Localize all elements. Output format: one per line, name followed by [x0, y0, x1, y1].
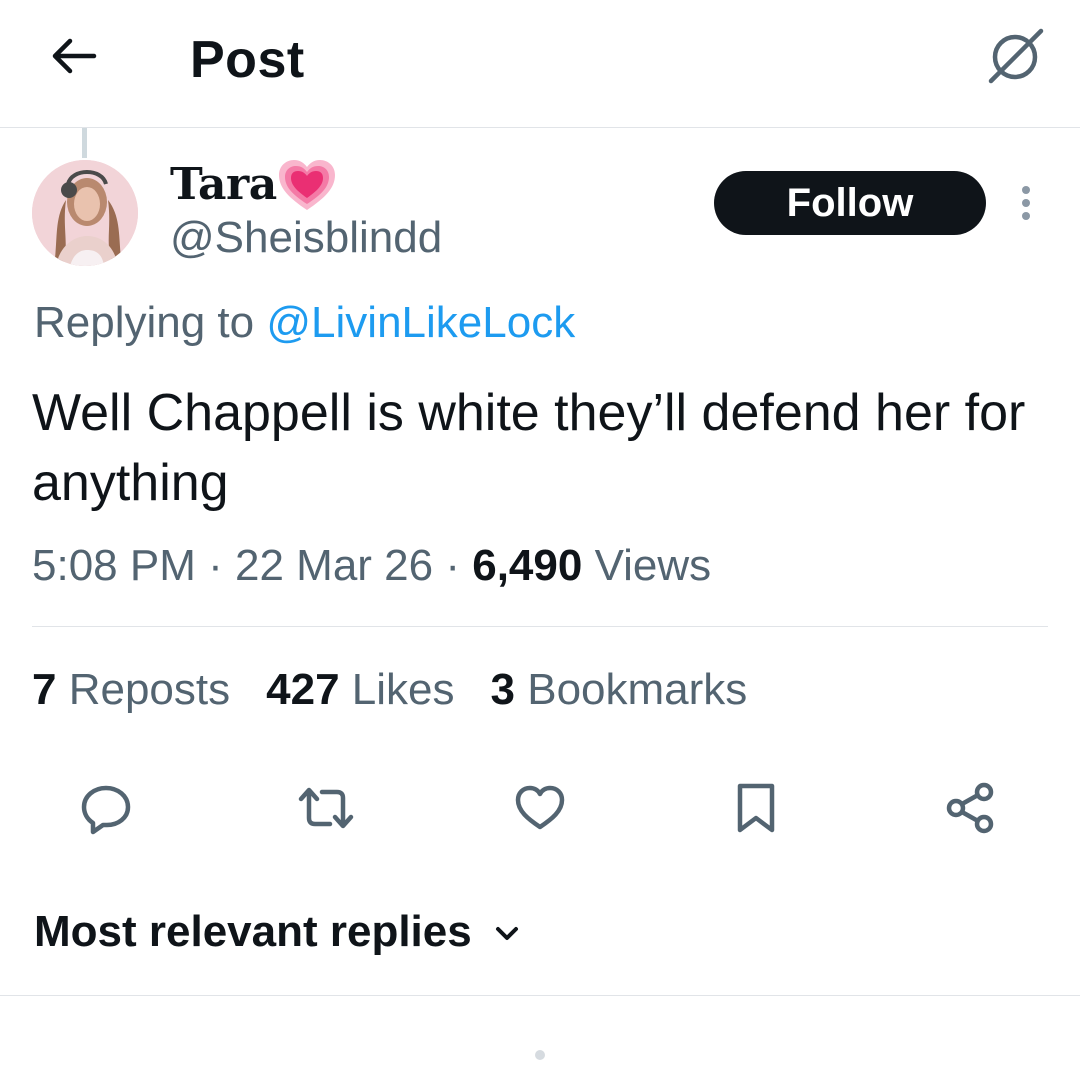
- bookmarks-stat[interactable]: 3 Bookmarks: [491, 662, 748, 718]
- top-bar: Post: [0, 0, 1080, 128]
- like-button[interactable]: [510, 778, 570, 838]
- thread-connector-line: [82, 128, 87, 158]
- more-dot-icon: [1022, 212, 1030, 220]
- likes-count: 427: [266, 665, 340, 714]
- views-label: Views: [594, 541, 712, 590]
- reposts-label: Reposts: [68, 665, 231, 714]
- meta-separator: ·: [208, 541, 223, 590]
- divider: [32, 626, 1048, 627]
- author-display-name[interactable]: Tara: [170, 158, 337, 210]
- bookmark-icon: [737, 783, 775, 833]
- more-dot-icon: [1022, 199, 1030, 207]
- replying-to: Replying to @LivinLikeLock: [34, 296, 575, 350]
- replies-sort-dropdown[interactable]: Most relevant replies: [34, 904, 520, 960]
- profile-photo: [32, 160, 138, 266]
- reposts-count: 7: [32, 665, 57, 714]
- share-icon: [946, 782, 994, 834]
- meta-separator: ·: [445, 541, 460, 590]
- views-count: 6,490: [472, 541, 583, 590]
- grok-button[interactable]: [982, 22, 1048, 88]
- page-title: Post: [190, 31, 305, 89]
- likes-label: Likes: [351, 665, 455, 714]
- loading-indicator: [535, 1050, 545, 1060]
- repost-icon: [298, 787, 354, 829]
- divider: [0, 995, 1080, 996]
- repost-button[interactable]: [296, 778, 356, 838]
- engagement-stats: 7 Reposts 427 Likes 3 Bookmarks: [32, 662, 783, 718]
- display-name-text: Tara: [170, 158, 277, 210]
- action-bar: [0, 778, 1080, 838]
- like-icon: [515, 785, 565, 830]
- follow-button[interactable]: Follow: [714, 171, 986, 235]
- avatar[interactable]: [32, 160, 138, 266]
- chevron-down-icon: [495, 927, 518, 940]
- reply-icon: [81, 785, 131, 835]
- tweet-time[interactable]: 5:08 PM: [32, 541, 196, 590]
- more-options-button[interactable]: [1006, 180, 1046, 226]
- share-button[interactable]: [940, 778, 1000, 838]
- reply-button[interactable]: [76, 778, 136, 838]
- bookmark-button[interactable]: [726, 778, 786, 838]
- author-handle[interactable]: @Sheisblindd: [170, 212, 442, 264]
- arrow-left-icon: [52, 38, 97, 74]
- replying-to-prefix: Replying to: [34, 298, 255, 347]
- likes-stat[interactable]: 427 Likes: [266, 662, 454, 718]
- bookmarks-count: 3: [490, 665, 515, 714]
- tweet-meta: 5:08 PM · 22 Mar 26 · 6,490 Views: [32, 538, 711, 594]
- grok-icon: [988, 28, 1044, 84]
- more-dot-icon: [1022, 186, 1030, 194]
- tweet-date[interactable]: 22 Mar 26: [235, 541, 433, 590]
- growing-heart-emoji-icon: [278, 160, 335, 210]
- reposts-stat[interactable]: 7 Reposts: [32, 662, 230, 718]
- tweet-text: Well Chappell is white they’ll defend he…: [32, 384, 1026, 512]
- replies-sort-label: Most relevant replies: [34, 907, 472, 956]
- back-button[interactable]: [46, 28, 102, 84]
- replying-to-mention-link[interactable]: @LivinLikeLock: [266, 298, 575, 347]
- bookmarks-label: Bookmarks: [527, 665, 748, 714]
